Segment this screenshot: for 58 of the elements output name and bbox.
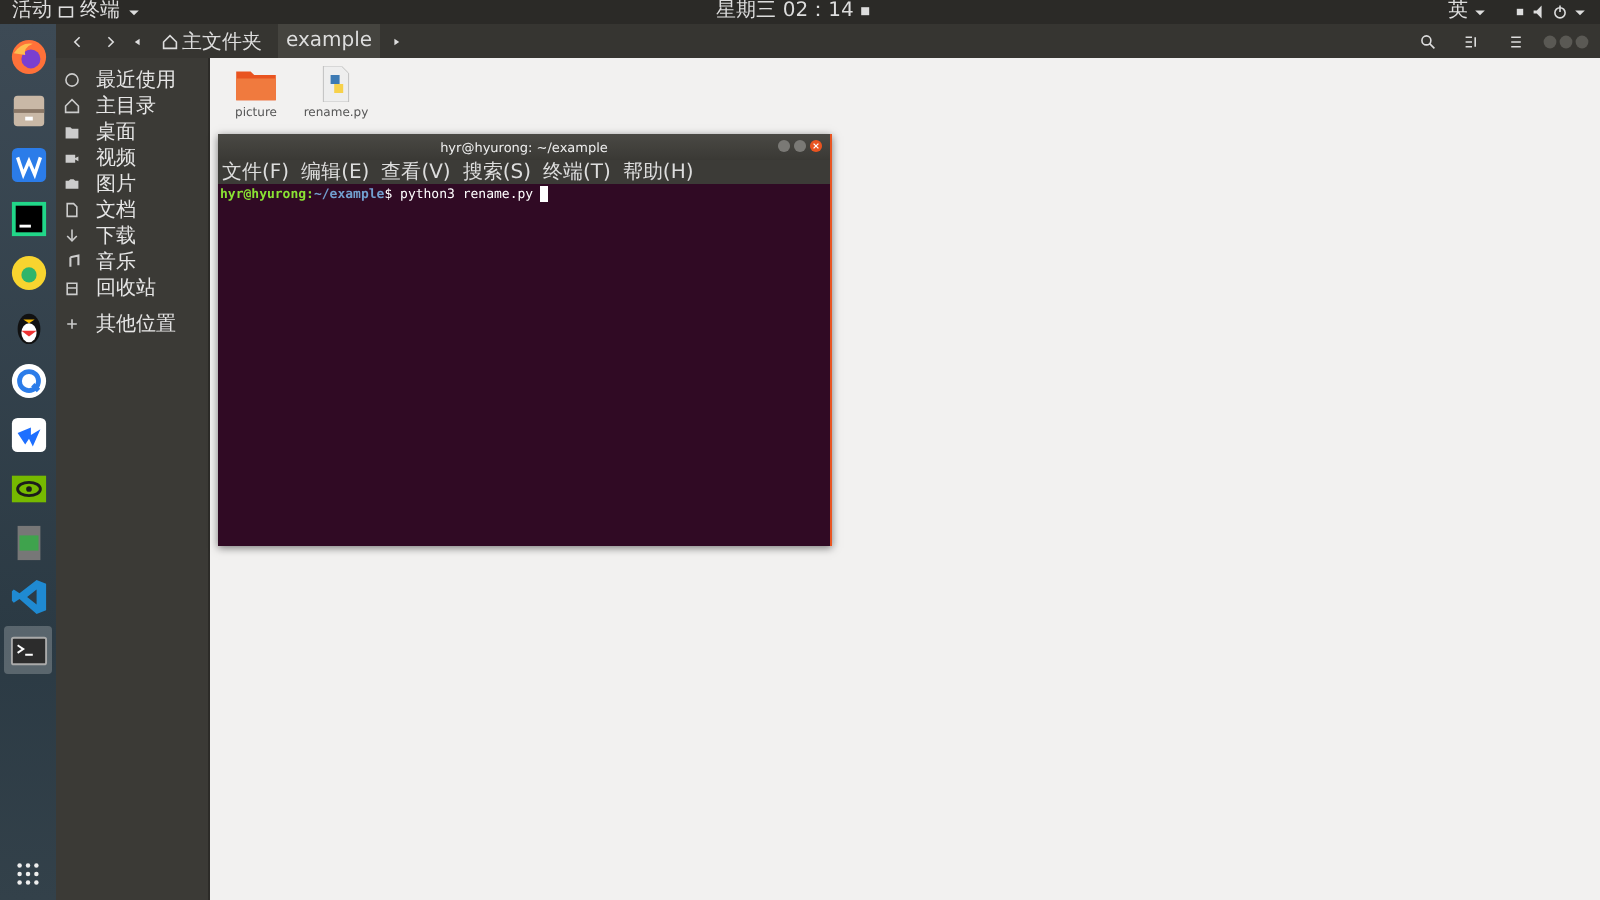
volume-icon[interactable]: [1531, 4, 1548, 20]
menu-item[interactable]: 搜索(S): [462, 158, 531, 186]
search-icon[interactable]: [1420, 33, 1436, 49]
download-icon: [64, 227, 80, 243]
bird-app-icon: [9, 415, 47, 453]
menu-item[interactable]: 编辑(E): [301, 158, 370, 186]
menu-item[interactable]: 终端(T): [543, 158, 611, 186]
input-method[interactable]: 英: [1447, 0, 1468, 24]
caret-icon: [1471, 4, 1488, 20]
view-options-icon[interactable]: [1464, 33, 1480, 49]
ide-app-icon: [9, 199, 47, 237]
menu-icon[interactable]: [1508, 33, 1524, 49]
sidebar-item[interactable]: 桌面: [56, 118, 208, 144]
activities-button[interactable]: 活动: [12, 0, 52, 24]
path-crumb[interactable]: 主文件夹: [154, 24, 270, 58]
chevron-right-icon: [102, 33, 118, 49]
app-menu[interactable]: 终端: [80, 0, 120, 24]
text-cursor: [539, 186, 548, 202]
code-editor-icon: [9, 577, 47, 615]
sidebar-item[interactable]: 其他位置: [56, 310, 208, 336]
video-icon: [64, 149, 80, 165]
path-crumb[interactable]: example: [278, 24, 381, 58]
sidebar-item[interactable]: 图片: [56, 170, 208, 196]
q-circle-icon: [9, 361, 47, 399]
sidebar-item[interactable]: 主目录: [56, 92, 208, 118]
sidebar-item[interactable]: 最近使用: [56, 66, 208, 92]
clock[interactable]: 星期三 02：14: [716, 0, 854, 24]
sidebar-item[interactable]: 文档: [56, 196, 208, 222]
home-icon: [64, 97, 80, 113]
caret-icon: [1571, 4, 1588, 20]
scroll-left-icon[interactable]: [130, 33, 146, 49]
document-icon: [64, 201, 80, 217]
dock-item[interactable]: [4, 626, 52, 674]
plus-icon: [64, 315, 80, 331]
folder-icon: [64, 123, 80, 139]
folder-icon: [234, 66, 278, 102]
clock-icon: [64, 71, 80, 87]
terminal-icon: [9, 631, 47, 669]
chevron-left-icon: [70, 33, 86, 49]
app-grid-icon[interactable]: [14, 860, 42, 888]
sidebar-item[interactable]: 回收站: [56, 274, 208, 300]
trash-icon: [64, 279, 80, 295]
fox-globe-icon: [9, 37, 47, 75]
caret-icon: [126, 4, 142, 20]
camera-icon: [64, 175, 80, 191]
power-icon[interactable]: [1551, 4, 1568, 20]
home-icon: [162, 33, 178, 49]
window-controls-icon[interactable]: [776, 138, 824, 154]
menu-item[interactable]: 查看(V): [381, 158, 451, 186]
sidebar-item[interactable]: 音乐: [56, 248, 208, 274]
menu-item[interactable]: 文件(F): [222, 158, 290, 186]
window-icon: [58, 4, 74, 20]
document-app-icon: [9, 145, 47, 183]
sidebar-item[interactable]: 下载: [56, 222, 208, 248]
file-cabinet-icon: [9, 91, 47, 129]
sidebar-item[interactable]: 视频: [56, 144, 208, 170]
music-app-icon: [9, 253, 47, 291]
menu-item[interactable]: 帮助(H): [622, 158, 694, 186]
